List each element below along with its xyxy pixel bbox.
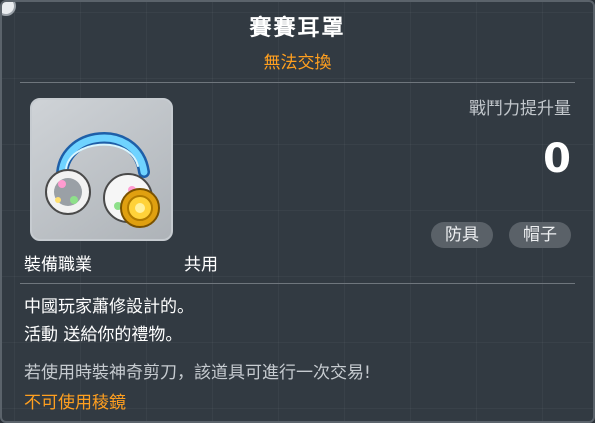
description-line: 中國玩家蕭修設計的。 xyxy=(24,297,194,317)
description-divider xyxy=(20,283,575,284)
prism-restriction: 不可使用稜鏡 xyxy=(24,393,126,413)
item-icon-frame xyxy=(30,98,173,241)
equip-job-label: 裝備職業 xyxy=(24,255,92,275)
item-name: 賽賽耳罩 xyxy=(249,16,346,41)
item-tooltip: 賽賽耳罩 無法交換 戰鬥力提升量 0 防具 帽子 裝備職業 共用 中國玩家蕭修設… xyxy=(0,0,595,423)
category-tag-armor: 防具 xyxy=(431,222,493,248)
category-tag-hat: 帽子 xyxy=(509,222,571,248)
equip-job-value: 共用 xyxy=(184,255,218,275)
trade-status: 無法交換 xyxy=(263,53,332,73)
header-divider xyxy=(20,82,575,83)
power-increase-value: 0 xyxy=(543,136,571,182)
power-increase-label: 戰鬥力提升量 xyxy=(469,99,571,119)
trade-hint: 若使用時裝神奇剪刀，該道具可進行一次交易! xyxy=(24,363,371,383)
earmuffs-icon xyxy=(45,132,160,228)
description-line: 活動 送給你的禮物。 xyxy=(24,325,183,345)
